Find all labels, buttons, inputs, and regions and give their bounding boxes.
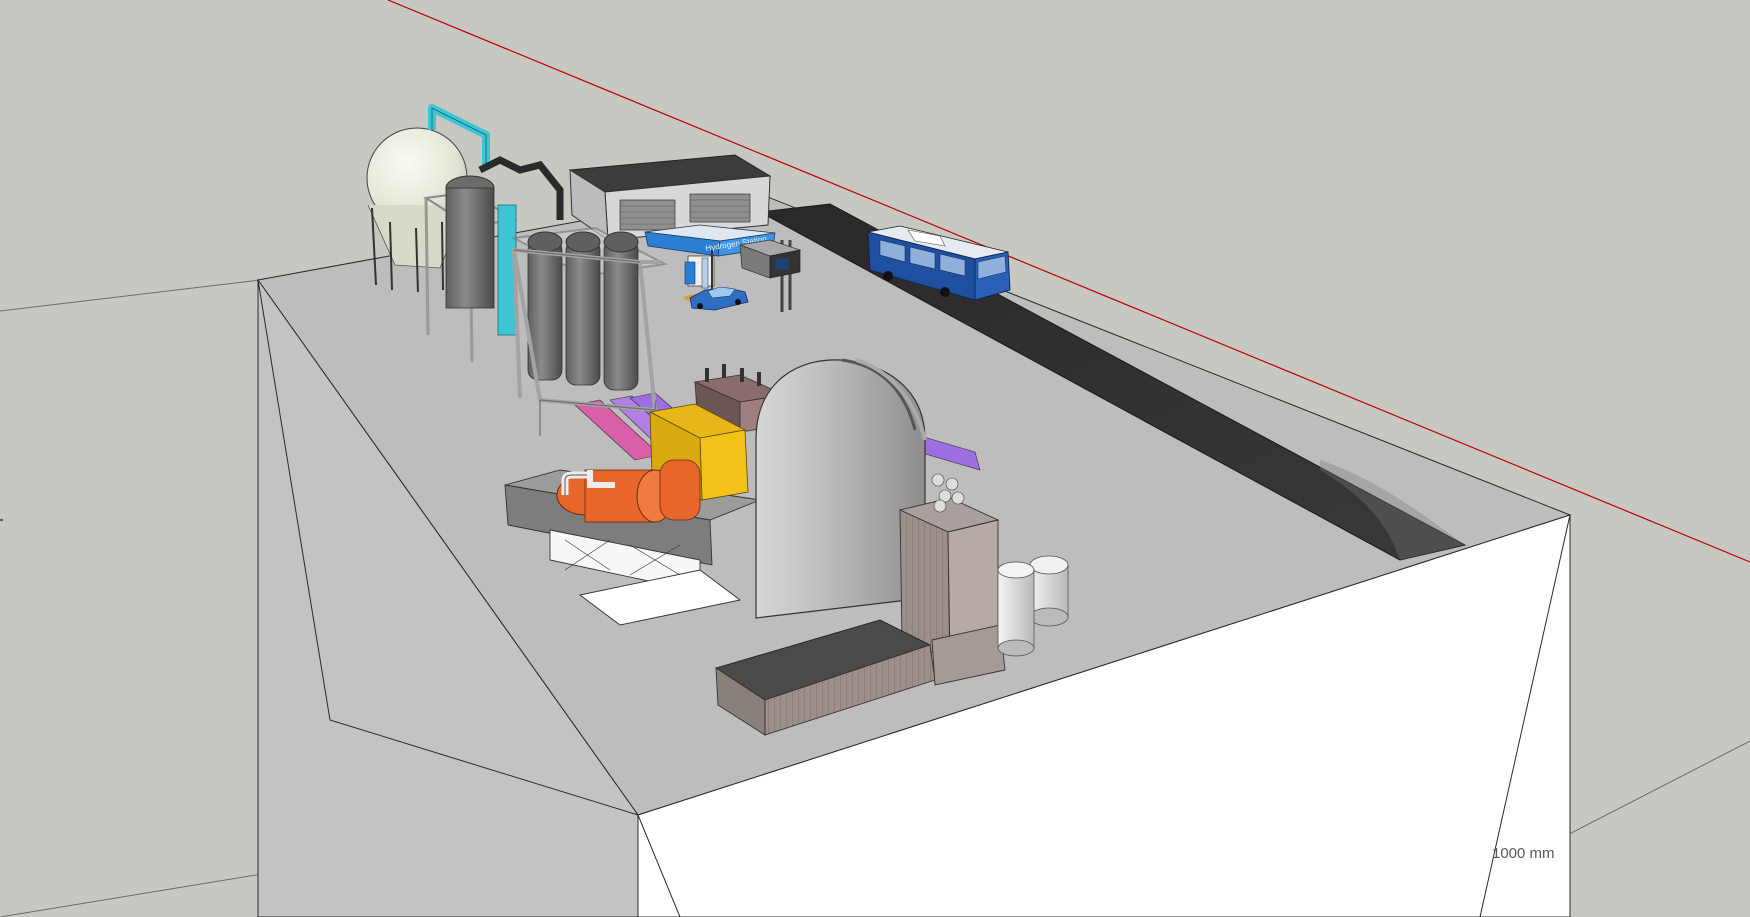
reactor-containment-dome [755,358,927,619]
dimension-label: 1000 mm [1492,845,1555,862]
model-canvas[interactable]: Hydrogen Station [0,0,1750,917]
3d-viewport[interactable]: Hydrogen Station 1000 mm [0,0,1750,917]
garage-building [568,154,772,242]
